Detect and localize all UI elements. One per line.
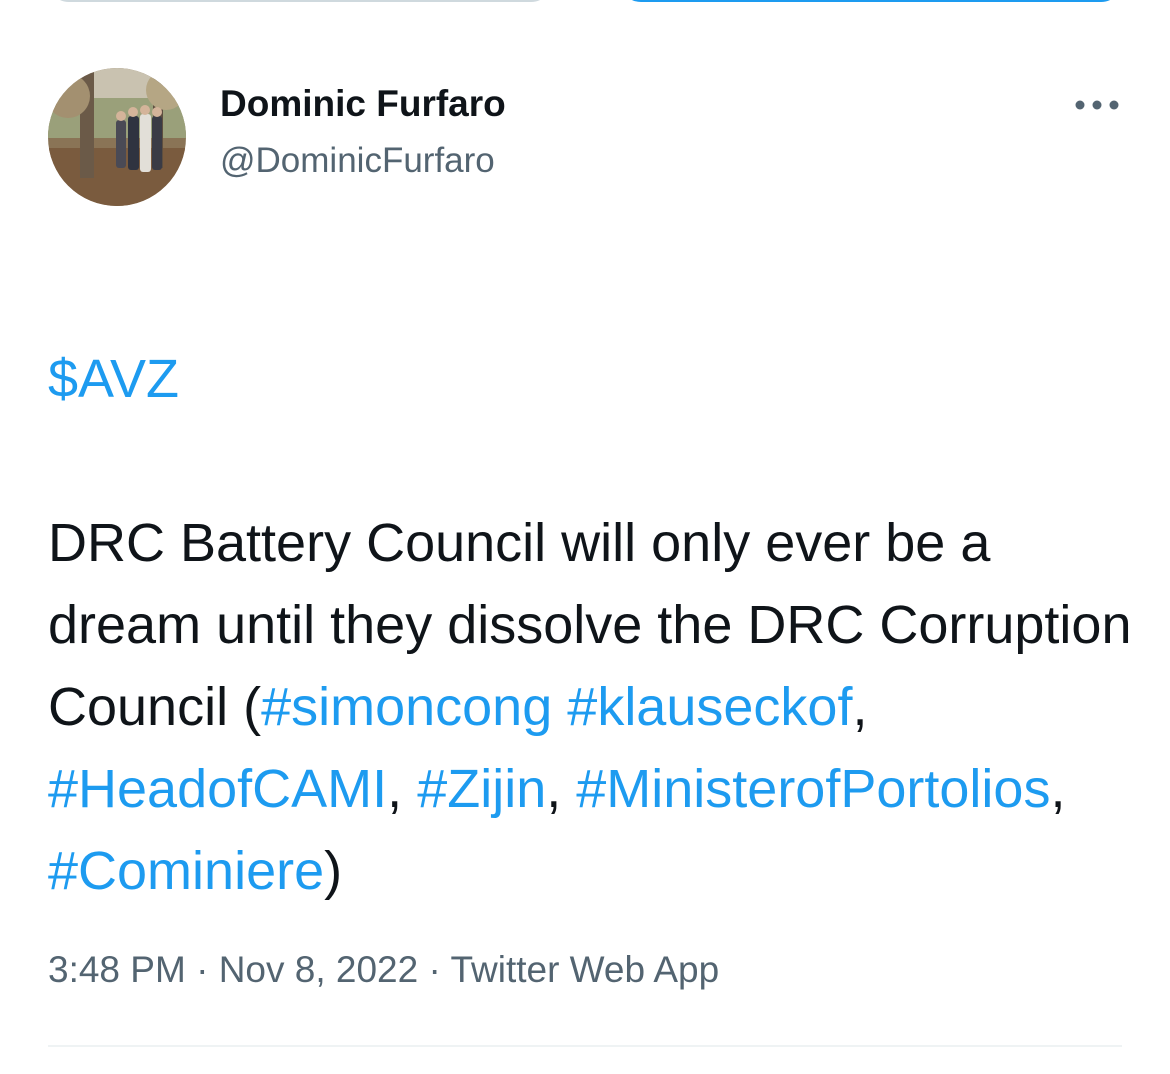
divider xyxy=(48,1045,1122,1047)
hashtag-link[interactable]: #simoncong xyxy=(261,677,552,737)
tweet-text-segment: , xyxy=(387,759,418,819)
tweet-time[interactable]: 3:48 PM xyxy=(48,949,186,990)
top-secondary-button[interactable] xyxy=(48,0,552,2)
more-options-button[interactable] xyxy=(1072,92,1122,118)
hashtag-link[interactable]: #klauseckof xyxy=(567,677,852,737)
hashtag-link[interactable]: #HeadofCAMI xyxy=(48,759,387,819)
author-handle[interactable]: @DominicFurfaro xyxy=(220,138,495,184)
tweet-text-segment: , xyxy=(546,759,577,819)
hashtag-link[interactable]: #Zijin xyxy=(417,759,546,819)
separator-dot: · xyxy=(418,949,451,990)
avatar-photo xyxy=(48,68,186,206)
tweet-source[interactable]: Twitter Web App xyxy=(450,949,719,990)
cashtag-link[interactable]: $AVZ xyxy=(48,349,179,409)
hashtag-link[interactable]: #MinisterofPortolios xyxy=(576,759,1050,819)
avatar[interactable] xyxy=(48,68,186,206)
top-primary-button[interactable] xyxy=(620,0,1122,2)
tweet-metadata: 3:48 PM · Nov 8, 2022 · Twitter Web App xyxy=(48,946,719,994)
tweet-text: $AVZ DRC Battery Council will only ever … xyxy=(48,256,1138,912)
hashtag-link[interactable]: #Cominiere xyxy=(48,841,324,901)
tweet-date[interactable]: Nov 8, 2022 xyxy=(219,949,419,990)
author-display-name[interactable]: Dominic Furfaro xyxy=(220,80,506,128)
tweet-text-segment xyxy=(552,677,567,737)
separator-dot: · xyxy=(185,949,219,990)
tweet-text-segment: , xyxy=(852,677,868,737)
tweet-text-segment: ) xyxy=(324,841,343,901)
tweet-text-segment: , xyxy=(1050,759,1066,819)
more-horizontal-icon xyxy=(1075,100,1119,110)
